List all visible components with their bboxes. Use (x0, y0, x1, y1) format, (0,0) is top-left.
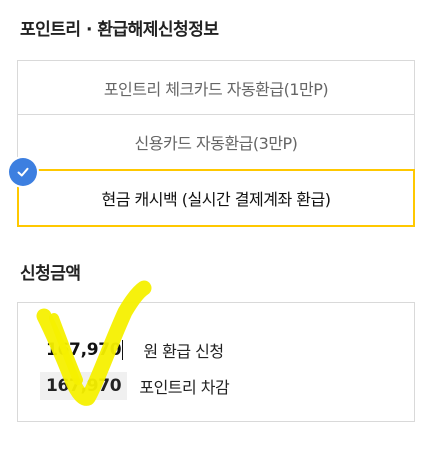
text-caret (122, 340, 124, 360)
amount-section-title: 신청금액 (20, 264, 81, 284)
refund-method-group: 포인트리 체크카드 자동환급(1만P) 신용카드 자동환급(3만P) 현금 캐시… (9, 60, 415, 227)
amount-input-value: 167,970 (46, 340, 122, 360)
amount-input-row: 167,970 원 환급 신청 (40, 337, 224, 363)
option-label: 포인트리 체크카드 자동환급(1만P) (103, 79, 329, 99)
option-credit-card-refund[interactable]: 신용카드 자동환급(3만P) (17, 115, 415, 170)
option-label: 현금 캐시백 (실시간 결제계좌 환급) (101, 190, 331, 209)
refund-info-title: 포인트리 · 환급해제신청정보 (20, 20, 219, 40)
amount-input[interactable]: 167,970 (40, 337, 129, 363)
deduct-label: 포인트리 차감 (139, 378, 230, 397)
option-check-card-refund[interactable]: 포인트리 체크카드 자동환급(1만P) (17, 60, 415, 115)
amount-box: 167,970 원 환급 신청 167,970 포인트리 차감 (17, 302, 415, 422)
amount-suffix: 원 환급 신청 (143, 342, 224, 361)
deduct-value: 167,970 (40, 372, 128, 400)
deduct-row: 167,970 포인트리 차감 (40, 372, 230, 400)
option-label: 신용카드 자동환급(3만P) (134, 134, 298, 153)
option-cash-back[interactable]: 현금 캐시백 (실시간 결제계좌 환급) (17, 169, 415, 227)
checkmark-icon (9, 158, 37, 186)
